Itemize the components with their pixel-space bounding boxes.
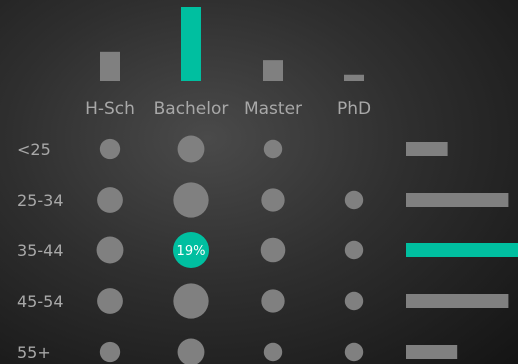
bubble-r4-c3 [344,342,364,362]
column-labels: H-Sch Bachelor Master PhD [85,99,371,119]
row-label-55: 55+ [17,343,51,362]
column-label-bachelor: Bachelor [154,99,229,119]
row-labels: <25 25-34 35-44 45-54 55+ [17,140,64,362]
bubble-r3-c1 [173,283,209,319]
bubble-r3-c2 [261,289,285,313]
bubble-r4-c0 [99,341,121,363]
row-bar-2 [406,243,518,257]
column-bar-phd [344,74,364,81]
column-label-master: Master [244,99,302,119]
row-bar-3 [406,294,509,308]
bubble-r1-c1 [173,182,209,218]
bubble-r1-c3 [344,190,364,210]
column-bar-master [263,60,283,81]
row-total-bars [406,142,518,359]
column-bar-bachelor [181,7,201,81]
row-label-25: <25 [17,140,51,159]
bubble-r1-c0 [97,187,123,213]
column-label-h-sch: H-Sch [85,99,135,119]
column-label-phd: PhD [337,99,371,119]
bubble-r1-c2 [261,188,285,212]
highlight-bubble-label: 19% [177,244,206,259]
bubble-grid: 19% [96,135,364,364]
row-bar-1 [406,193,509,207]
bubble-r2-c3 [344,240,364,260]
bubble-r3-c0 [97,288,123,314]
bubble-matrix-chart: H-Sch Bachelor Master PhD <25 25-34 35-44 45-5… [17,7,518,364]
bubble-r0-c2 [263,139,283,159]
bubble-r3-c3 [344,291,364,311]
row-label-25-34: 25-34 [17,191,64,210]
column-bar-h-sch [100,51,120,81]
row-bar-0 [406,142,448,156]
bubble-r2-c0 [96,236,124,264]
bubble-r4-c2 [263,342,283,362]
bubble-r0-c0 [99,138,121,160]
column-total-bars [100,7,364,81]
bubble-r0-c1 [177,135,205,163]
bubble-r4-c1 [177,338,205,364]
row-label-45-54: 45-54 [17,292,64,311]
row-label-35-44: 35-44 [17,241,64,260]
bubble-r2-c2 [260,237,286,263]
row-bar-4 [406,345,458,359]
